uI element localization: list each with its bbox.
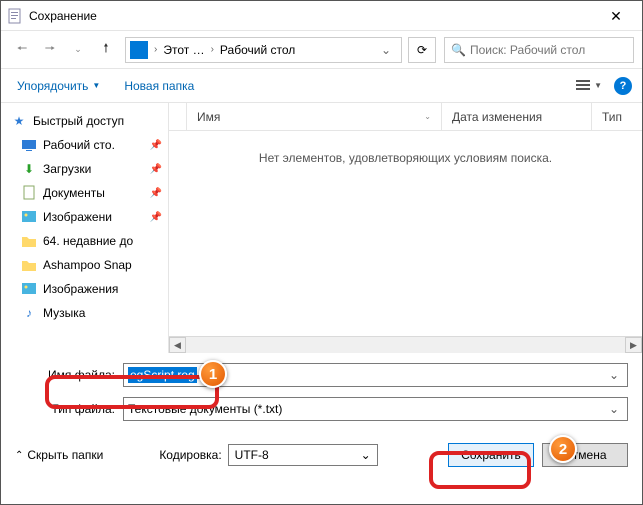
- encoding-group: Кодировка: UTF-8 ⌄: [159, 444, 377, 466]
- horizontal-scrollbar[interactable]: ◀ ▶: [169, 336, 642, 353]
- sidebar-item-label: Изображени: [43, 210, 112, 224]
- recent-dropdown[interactable]: ⌄: [65, 37, 91, 63]
- nav-row: 🠔 🠖 ⌄ 🠕 › Этот … › Рабочий стол ⌄ ⟳ 🔍: [1, 31, 642, 69]
- encoding-value: UTF-8: [235, 448, 269, 462]
- col-spacer: [169, 103, 187, 130]
- scroll-right-icon[interactable]: ▶: [625, 337, 642, 353]
- star-icon: ★: [11, 113, 27, 129]
- hide-folders-label: Скрыть папки: [27, 448, 103, 462]
- new-folder-button[interactable]: Новая папка: [124, 79, 194, 93]
- chevron-right-icon: ›: [152, 44, 159, 55]
- sidebar-item-pictures[interactable]: Изображени 📌: [1, 205, 168, 229]
- hide-folders-button[interactable]: ⌃ Скрыть папки: [15, 448, 103, 462]
- chevron-right-icon: ›: [209, 44, 216, 55]
- chevron-up-icon: ⌃: [15, 450, 23, 461]
- pin-icon: 📌: [150, 212, 162, 223]
- sidebar-item-label: Документы: [43, 186, 105, 200]
- picture-icon: [21, 209, 37, 225]
- pin-icon: 📌: [150, 188, 162, 199]
- chevron-down-icon: ▼: [594, 81, 602, 90]
- desktop-icon: [21, 137, 37, 153]
- sidebar-item-label: Загрузки: [43, 162, 91, 176]
- save-form: Имя файла: egScript.reg ⌄ Тип файла: Тек…: [1, 353, 642, 437]
- pin-icon: 📌: [150, 140, 162, 151]
- search-input[interactable]: [470, 43, 627, 57]
- app-icon: [7, 8, 23, 24]
- close-button[interactable]: ✕: [596, 2, 636, 30]
- forward-button[interactable]: 🠖: [37, 37, 63, 63]
- window-title: Сохранение: [29, 9, 596, 23]
- chevron-down-icon: ▼: [92, 81, 100, 90]
- sidebar-item-music[interactable]: ♪ Музыка: [1, 301, 168, 325]
- document-icon: [21, 185, 37, 201]
- address-dropdown[interactable]: ⌄: [375, 43, 397, 57]
- organize-button[interactable]: Упорядочить ▼: [11, 75, 106, 97]
- footer: ⌃ Скрыть папки Кодировка: UTF-8 ⌄ Сохран…: [1, 437, 642, 479]
- sidebar-item-ashampoo[interactable]: Ashampoo Snap: [1, 253, 168, 277]
- music-icon: ♪: [21, 305, 37, 321]
- refresh-button[interactable]: ⟳: [408, 37, 436, 63]
- download-icon: ⬇: [21, 161, 37, 177]
- sidebar-item-label: Ashampoo Snap: [43, 258, 132, 272]
- toolbar: Упорядочить ▼ Новая папка ▼ ?: [1, 69, 642, 103]
- column-headers: Имя⌄ Дата изменения Тип: [169, 103, 642, 131]
- address-bar[interactable]: › Этот … › Рабочий стол ⌄: [125, 37, 402, 63]
- sidebar: ★ Быстрый доступ Рабочий сто. 📌 ⬇ Загруз…: [1, 103, 169, 353]
- chevron-down-icon[interactable]: ⌄: [605, 402, 623, 416]
- main-area: ★ Быстрый доступ Рабочий сто. 📌 ⬇ Загруз…: [1, 103, 642, 353]
- scroll-track[interactable]: [186, 337, 625, 353]
- sidebar-item-label: Изображения: [43, 282, 118, 296]
- filename-row: Имя файла: egScript.reg ⌄: [15, 363, 628, 387]
- organize-label: Упорядочить: [17, 79, 88, 93]
- filename-field[interactable]: egScript.reg ⌄: [123, 363, 628, 387]
- view-button[interactable]: ▼: [572, 77, 606, 95]
- sidebar-item-label: Музыка: [43, 306, 85, 320]
- sidebar-item-label: 64. недавние до: [43, 234, 133, 248]
- help-button[interactable]: ?: [614, 77, 632, 95]
- chevron-down-icon[interactable]: ⌄: [605, 368, 623, 382]
- sidebar-item-images[interactable]: Изображения: [1, 277, 168, 301]
- cancel-button[interactable]: Отмена: [542, 443, 628, 467]
- filetype-label: Тип файла:: [15, 402, 123, 416]
- pin-icon: 📌: [150, 164, 162, 175]
- filetype-field[interactable]: Текстовые документы (*.txt) ⌄: [123, 397, 628, 421]
- sidebar-item-recent[interactable]: 64. недавние до: [1, 229, 168, 253]
- breadcrumb-seg-2[interactable]: Рабочий стол: [216, 43, 299, 57]
- filename-value[interactable]: egScript.reg: [128, 367, 197, 383]
- col-date[interactable]: Дата изменения: [442, 103, 592, 130]
- col-name[interactable]: Имя⌄: [187, 103, 442, 130]
- picture-icon: [21, 281, 37, 297]
- filetype-value: Текстовые документы (*.txt): [128, 402, 282, 416]
- empty-message: Нет элементов, удовлетворяющих условиям …: [169, 131, 642, 336]
- filename-label: Имя файла:: [15, 368, 123, 382]
- pc-icon: [130, 41, 148, 59]
- col-type[interactable]: Тип: [592, 103, 642, 130]
- save-button[interactable]: Сохранить: [448, 443, 534, 467]
- search-box[interactable]: 🔍: [444, 37, 634, 63]
- sidebar-item-quick-access[interactable]: ★ Быстрый доступ: [1, 109, 168, 133]
- back-button[interactable]: 🠔: [9, 37, 35, 63]
- file-pane: Имя⌄ Дата изменения Тип Нет элементов, у…: [169, 103, 642, 353]
- scroll-left-icon[interactable]: ◀: [169, 337, 186, 353]
- list-icon: [576, 79, 592, 93]
- encoding-field[interactable]: UTF-8 ⌄: [228, 444, 378, 466]
- folder-icon: [21, 233, 37, 249]
- filetype-row: Тип файла: Текстовые документы (*.txt) ⌄: [15, 397, 628, 421]
- sidebar-item-label: Быстрый доступ: [33, 114, 124, 128]
- search-icon: 🔍: [451, 43, 466, 57]
- chevron-down-icon[interactable]: ⌄: [361, 448, 371, 462]
- sidebar-item-downloads[interactable]: ⬇ Загрузки 📌: [1, 157, 168, 181]
- folder-icon: [21, 257, 37, 273]
- encoding-label: Кодировка:: [159, 448, 221, 462]
- title-bar: Сохранение ✕: [1, 1, 642, 31]
- sidebar-item-desktop[interactable]: Рабочий сто. 📌: [1, 133, 168, 157]
- breadcrumb-seg-1[interactable]: Этот …: [159, 43, 208, 57]
- sidebar-item-documents[interactable]: Документы 📌: [1, 181, 168, 205]
- sidebar-item-label: Рабочий сто.: [43, 138, 115, 152]
- up-button[interactable]: 🠕: [93, 37, 119, 63]
